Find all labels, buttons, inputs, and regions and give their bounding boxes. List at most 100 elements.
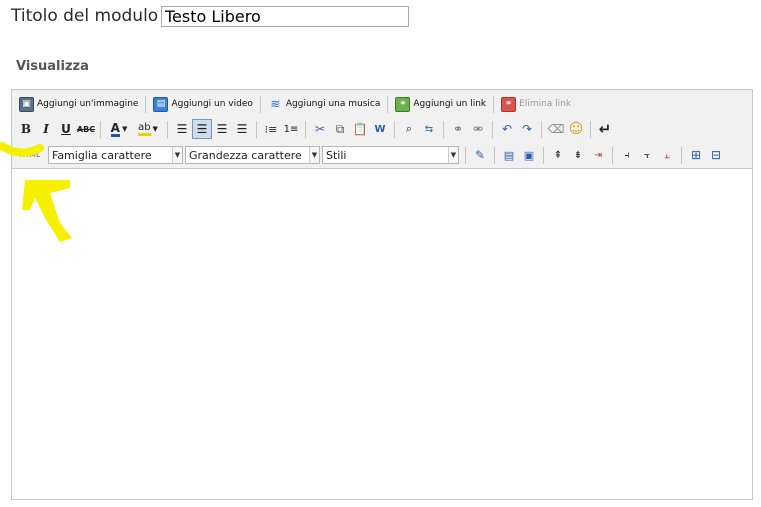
insert-table-button[interactable]: ⊞ (686, 145, 706, 165)
toolbar-separator (100, 120, 101, 138)
justify-icon: ☰ (176, 122, 188, 136)
toolbar-separator (543, 146, 544, 164)
image-icon: ▣ (19, 96, 34, 112)
toolbar-separator (541, 120, 542, 138)
style-toolbar-row: HTML Famiglia carattere ▼ Grandezza cara… (12, 144, 726, 166)
chevron-down-icon: ▼ (121, 125, 128, 133)
insert-column-after-icon: ⫟ (643, 149, 651, 161)
font-size-select[interactable]: Grandezza carattere ▼ (185, 146, 320, 164)
module-title-input[interactable] (161, 6, 409, 27)
editor-content-area[interactable] (12, 169, 752, 499)
underline-glyph: U (61, 122, 71, 136)
toolbar-separator (256, 120, 257, 138)
add-link-label: Aggiungi un link (413, 99, 487, 109)
row-props-button[interactable]: ▤ (499, 145, 519, 165)
table-props-button[interactable]: ⊟ (706, 145, 726, 165)
justify-full-button[interactable]: ☰ (172, 119, 192, 139)
delete-column-icon: ⫠ (663, 149, 671, 161)
font-color-button[interactable]: A ▼ (105, 119, 133, 139)
bold-button[interactable]: B (16, 119, 36, 139)
media-toolbar-row: ▣ Aggiungi un'immagine ▤ Aggiungi un vid… (16, 93, 574, 115)
delete-row-button[interactable]: ⇥ (588, 145, 608, 165)
align-right-button[interactable]: ☰ (232, 119, 252, 139)
cell-props-button[interactable]: ▣ (519, 145, 539, 165)
insert-row-after-icon: ⇟ (573, 149, 583, 161)
redo-button[interactable]: ↷ (517, 119, 537, 139)
video-icon: ▤ (153, 96, 169, 112)
pencil-icon: ✎ (474, 148, 486, 162)
replace-button[interactable]: ⇆ (419, 119, 439, 139)
numbered-list-button[interactable]: 1≡ (281, 119, 301, 139)
font-size-value: Grandezza carattere (189, 148, 302, 162)
insert-col-before-button[interactable]: ⫞ (617, 145, 637, 165)
unlink-icon: ⚭ (501, 96, 517, 112)
copy-button[interactable]: ⧉ (330, 119, 350, 139)
strikethrough-button[interactable]: ABC (76, 119, 96, 139)
chevron-down-icon: ▼ (448, 147, 458, 163)
paste-button[interactable]: 📋 (350, 119, 370, 139)
clear-formatting-button[interactable]: ⌫ (546, 119, 566, 139)
editor-toolbar: ▣ Aggiungi un'immagine ▤ Aggiungi un vid… (12, 90, 752, 169)
insert-row-before-button[interactable]: ⇞ (548, 145, 568, 165)
insert-row-after-button[interactable]: ⇟ (568, 145, 588, 165)
styles-value: Stili (326, 148, 347, 162)
add-image-button[interactable]: ▣ Aggiungi un'immagine (16, 94, 141, 114)
table-row-icon: ▤ (503, 148, 515, 162)
add-video-label: Aggiungi un video (171, 99, 253, 109)
emoticon-button[interactable]: ☺ (566, 119, 586, 139)
display-section-label: Visualizza (16, 59, 89, 74)
add-link-button[interactable]: ⚭ Aggiungi un link (392, 94, 489, 114)
align-center-button[interactable]: ☰ (212, 119, 232, 139)
toolbar-separator (145, 95, 147, 113)
highlight-color-button[interactable]: ab ▼ (133, 119, 163, 139)
insert-link-button[interactable]: ⚭ (448, 119, 468, 139)
align-right-icon: ☰ (236, 122, 248, 136)
add-music-button[interactable]: ≋ Aggiungi una musica (265, 94, 383, 114)
remove-link-label: Elimina link (519, 99, 572, 109)
italic-button[interactable]: I (36, 119, 56, 139)
underline-button[interactable]: U (56, 119, 76, 139)
chevron-down-icon: ▼ (172, 147, 182, 163)
delete-col-button[interactable]: ⫠ (657, 145, 677, 165)
toolbar-separator (394, 120, 395, 138)
toolbar-separator (612, 146, 613, 164)
align-left-button[interactable]: ☰ (192, 119, 212, 139)
toolbar-separator (590, 120, 591, 138)
replace-icon: ⇆ (424, 123, 434, 135)
format-toolbar-row: B I U ABC A ▼ ab ▼ ☰ ☰ ☰ ☰ ⁝≡ 1≡ ✂ ⧉ 📋 W… (16, 118, 615, 140)
line-break-button[interactable]: ↵ (595, 119, 615, 139)
insert-column-before-icon: ⫞ (624, 149, 630, 161)
delete-row-icon: ⇥ (593, 149, 603, 161)
align-center-icon: ☰ (216, 122, 228, 136)
unlink-button[interactable]: ⚮ (468, 119, 488, 139)
toolbar-separator (465, 146, 466, 164)
find-button[interactable]: ⌕ (399, 119, 419, 139)
remove-link-button[interactable]: ⚭ Elimina link (498, 94, 574, 114)
binoculars-icon: ⌕ (405, 122, 413, 135)
toolbar-separator (259, 95, 261, 113)
chevron-down-icon: ▼ (309, 147, 319, 163)
paste-word-button[interactable]: W (370, 119, 390, 139)
strikethrough-glyph: ABC (76, 124, 96, 134)
unlink-icon: ⚮ (472, 122, 484, 136)
toolbar-separator (492, 120, 493, 138)
copy-icon: ⧉ (335, 121, 345, 136)
edit-css-button[interactable]: ✎ (470, 145, 490, 165)
table-cell-icon: ▣ (523, 148, 535, 162)
table-properties-icon: ⊟ (710, 148, 722, 162)
bullet-list-button[interactable]: ⁝≡ (261, 119, 281, 139)
return-arrow-icon: ↵ (598, 120, 612, 138)
bullet-list-icon: ⁝≡ (264, 122, 278, 136)
styles-select[interactable]: Stili ▼ (322, 146, 459, 164)
add-music-label: Aggiungi una musica (285, 99, 381, 109)
cut-button[interactable]: ✂ (310, 119, 330, 139)
toolbar-separator (387, 95, 389, 113)
add-video-button[interactable]: ▤ Aggiungi un video (150, 94, 255, 114)
smiley-icon: ☺ (568, 121, 584, 137)
undo-button[interactable]: ↶ (497, 119, 517, 139)
toolbar-separator (167, 120, 168, 138)
insert-col-after-button[interactable]: ⫟ (637, 145, 657, 165)
chevron-down-icon: ▼ (152, 125, 158, 133)
toolbar-separator (681, 146, 682, 164)
toolbar-separator (443, 120, 444, 138)
